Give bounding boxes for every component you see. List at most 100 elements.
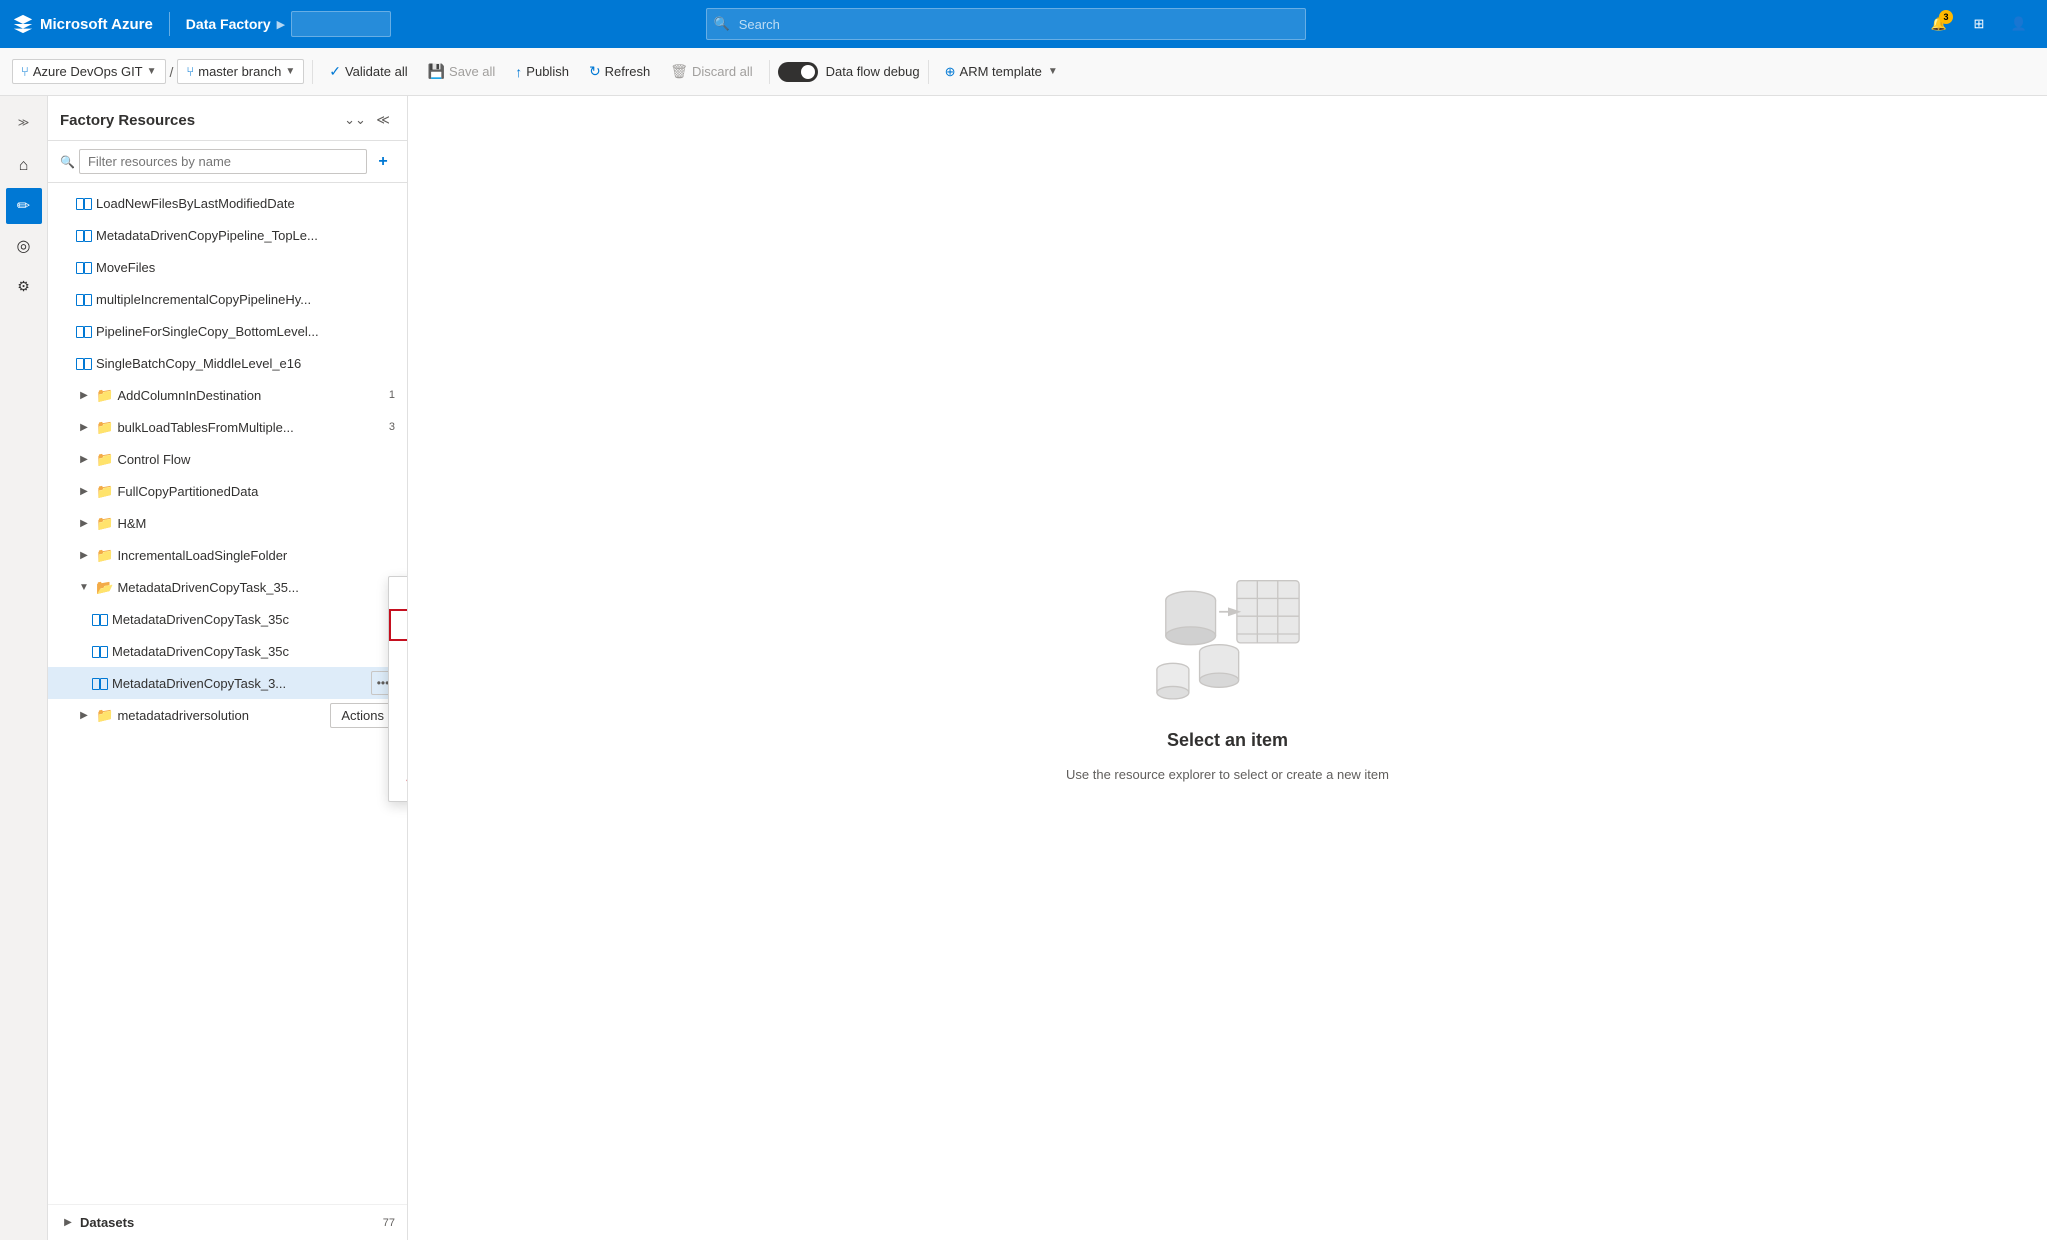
- moveto-icon: ⬚: [405, 713, 408, 729]
- branch-icon: ⑂: [186, 64, 194, 79]
- context-menu-edit[interactable]: ✏ Edit control table: [389, 609, 408, 641]
- monitor-icon: ◎: [405, 649, 408, 665]
- arm-template-button[interactable]: ⊕ ARM template ▼: [937, 60, 1066, 84]
- datasets-label: Datasets: [80, 1215, 379, 1230]
- tree-item-badge: 3: [389, 421, 395, 433]
- folder-icon: 📁: [96, 483, 113, 500]
- folder-icon: 📁: [96, 547, 113, 564]
- tree-item-label: H&M: [117, 516, 395, 531]
- settings-button[interactable]: 👤: [2003, 8, 2035, 40]
- context-menu-open[interactable]: ↗ Open: [389, 577, 408, 609]
- monitor-nav-button[interactable]: ◎: [6, 228, 42, 264]
- refresh-button[interactable]: ↻ Refresh: [581, 59, 658, 84]
- tree-item-label: AddColumnInDestination: [117, 388, 384, 403]
- notification-button[interactable]: 🔔 3: [1923, 8, 1955, 40]
- list-item[interactable]: multipleIncrementalCopyPipelineHy...: [48, 283, 407, 315]
- open-icon: ↗: [405, 585, 408, 601]
- breadcrumb-arrow: ▶: [277, 18, 285, 31]
- tree-item-label: LoadNewFilesByLastModifiedDate: [96, 196, 395, 211]
- list-item[interactable]: PipelineForSingleCopy_BottomLevel...: [48, 315, 407, 347]
- portal-button[interactable]: ⊞: [1963, 8, 1995, 40]
- tree-expand-icon: ▶: [76, 451, 92, 467]
- azure-search-input[interactable]: [706, 8, 1306, 40]
- list-item[interactable]: ▶ 📁 bulkLoadTablesFromMultiple... 3: [48, 411, 407, 443]
- context-menu-delete[interactable]: 🗑 Delete: [389, 769, 408, 801]
- folder-icon: 📁: [96, 451, 113, 468]
- pipeline-icon: [92, 645, 108, 657]
- datasets-section[interactable]: ▶ Datasets 77: [48, 1204, 407, 1240]
- list-item[interactable]: MetadataDrivenCopyTask_35c: [48, 635, 407, 667]
- branch-selector[interactable]: ⑂ master branch ▼: [177, 59, 304, 84]
- debug-toggle[interactable]: [778, 62, 818, 82]
- list-item[interactable]: ▶ 📁 Control Flow: [48, 443, 407, 475]
- context-menu-monitor[interactable]: ◎ Monitor: [389, 641, 408, 673]
- tree-item-label: MetadataDrivenCopyTask_35c: [112, 644, 395, 659]
- git-icon: ⑂: [21, 64, 29, 79]
- publish-label: Publish: [526, 64, 569, 79]
- tree-item-label: bulkLoadTablesFromMultiple...: [117, 420, 384, 435]
- discard-button[interactable]: 🗑 Discard all: [662, 59, 760, 84]
- git-label: Azure DevOps GIT: [33, 64, 143, 79]
- discard-icon: 🗑: [670, 63, 688, 80]
- placeholder-title: Select an item: [1167, 730, 1288, 751]
- save-icon: 💾: [428, 63, 445, 80]
- sidebar-search-area: 🔍 +: [48, 141, 407, 183]
- arm-icon: ⊕: [945, 64, 956, 80]
- context-menu-moveto[interactable]: ⬚ Move to: [389, 705, 408, 737]
- search-icon: 🔍: [714, 16, 730, 32]
- list-item[interactable]: MoveFiles: [48, 251, 407, 283]
- add-resource-button[interactable]: +: [371, 150, 395, 174]
- folder-icon: 📁: [96, 515, 113, 532]
- list-item[interactable]: ▶ 📁 FullCopyPartitionedData: [48, 475, 407, 507]
- refresh-label: Refresh: [605, 64, 651, 79]
- breadcrumb-box: [291, 11, 391, 37]
- home-nav-button[interactable]: ⌂: [6, 148, 42, 184]
- list-item[interactable]: ▶ 📁 H&M: [48, 507, 407, 539]
- list-item[interactable]: MetadataDrivenCopyPipeline_TopLe...: [48, 219, 407, 251]
- validate-all-button[interactable]: ✓ Validate all: [321, 59, 415, 84]
- toolbar-divider-1: [312, 60, 313, 84]
- branch-label: master branch: [198, 64, 281, 79]
- folder-icon: 📁: [96, 419, 113, 436]
- clone-icon: ⧉: [405, 681, 408, 697]
- pipeline-icon: [76, 357, 92, 369]
- datasets-expand-icon: ▶: [60, 1215, 76, 1231]
- actions-button[interactable]: Actions: [330, 703, 395, 728]
- tree-expand-icon: ▶: [76, 515, 92, 531]
- list-item[interactable]: MetadataDrivenCopyTask_35c: [48, 603, 407, 635]
- list-item[interactable]: ▼ 📂 MetadataDrivenCopyTask_35...: [48, 571, 407, 603]
- tree-item-label: IncrementalLoadSingleFolder: [117, 548, 395, 563]
- collapse-nav-button[interactable]: ≫: [6, 104, 42, 140]
- context-menu-download[interactable]: ↓ Download support files: [389, 737, 408, 769]
- save-all-button[interactable]: 💾 Save all: [420, 59, 504, 84]
- arm-chevron: ▼: [1048, 66, 1058, 77]
- git-branch-selector[interactable]: ⑂ Azure DevOps GIT ▼: [12, 59, 166, 84]
- list-item[interactable]: ▶ 📁 metadatadriversolution Actions: [48, 699, 407, 731]
- context-menu-clone[interactable]: ⧉ Clone: [389, 673, 408, 705]
- list-item[interactable]: ▶ 📁 AddColumnInDestination 1: [48, 379, 407, 411]
- author-nav-button[interactable]: ✏: [6, 188, 42, 224]
- filter-resources-input[interactable]: [79, 149, 367, 174]
- git-chevron: ▼: [147, 66, 157, 77]
- list-item[interactable]: LoadNewFilesByLastModifiedDate: [48, 187, 407, 219]
- tree-item-label: Control Flow: [117, 452, 395, 467]
- notification-badge: 3: [1939, 10, 1953, 24]
- collapse-section-button[interactable]: ⌄⌄: [343, 108, 367, 132]
- azure-top-bar: Microsoft Azure Data Factory ▶ 🔍 🔔 3 ⊞ 👤: [0, 0, 2047, 48]
- pipeline-icon: [76, 261, 92, 273]
- list-item[interactable]: MetadataDrivenCopyTask_3... •••: [48, 667, 407, 699]
- edit-icon: ✏: [405, 617, 408, 633]
- datasets-badge: 77: [383, 1217, 395, 1229]
- list-item[interactable]: SingleBatchCopy_MiddleLevel_e16: [48, 347, 407, 379]
- service-name: Data Factory: [186, 16, 271, 32]
- azure-search-container: 🔍: [706, 8, 1306, 40]
- toolbar: ⑂ Azure DevOps GIT ▼ / ⑂ master branch ▼…: [0, 48, 2047, 96]
- tree-item-label: PipelineForSingleCopy_BottomLevel...: [96, 324, 395, 339]
- refresh-icon: ↻: [589, 63, 601, 80]
- minimize-sidebar-button[interactable]: ≪: [371, 108, 395, 132]
- list-item[interactable]: ▶ 📁 IncrementalLoadSingleFolder: [48, 539, 407, 571]
- validate-label: Validate all: [345, 64, 408, 79]
- manage-nav-button[interactable]: ⚙: [6, 268, 42, 304]
- publish-button[interactable]: ↑ Publish: [507, 60, 577, 84]
- folder-icon: 📂: [96, 579, 113, 596]
